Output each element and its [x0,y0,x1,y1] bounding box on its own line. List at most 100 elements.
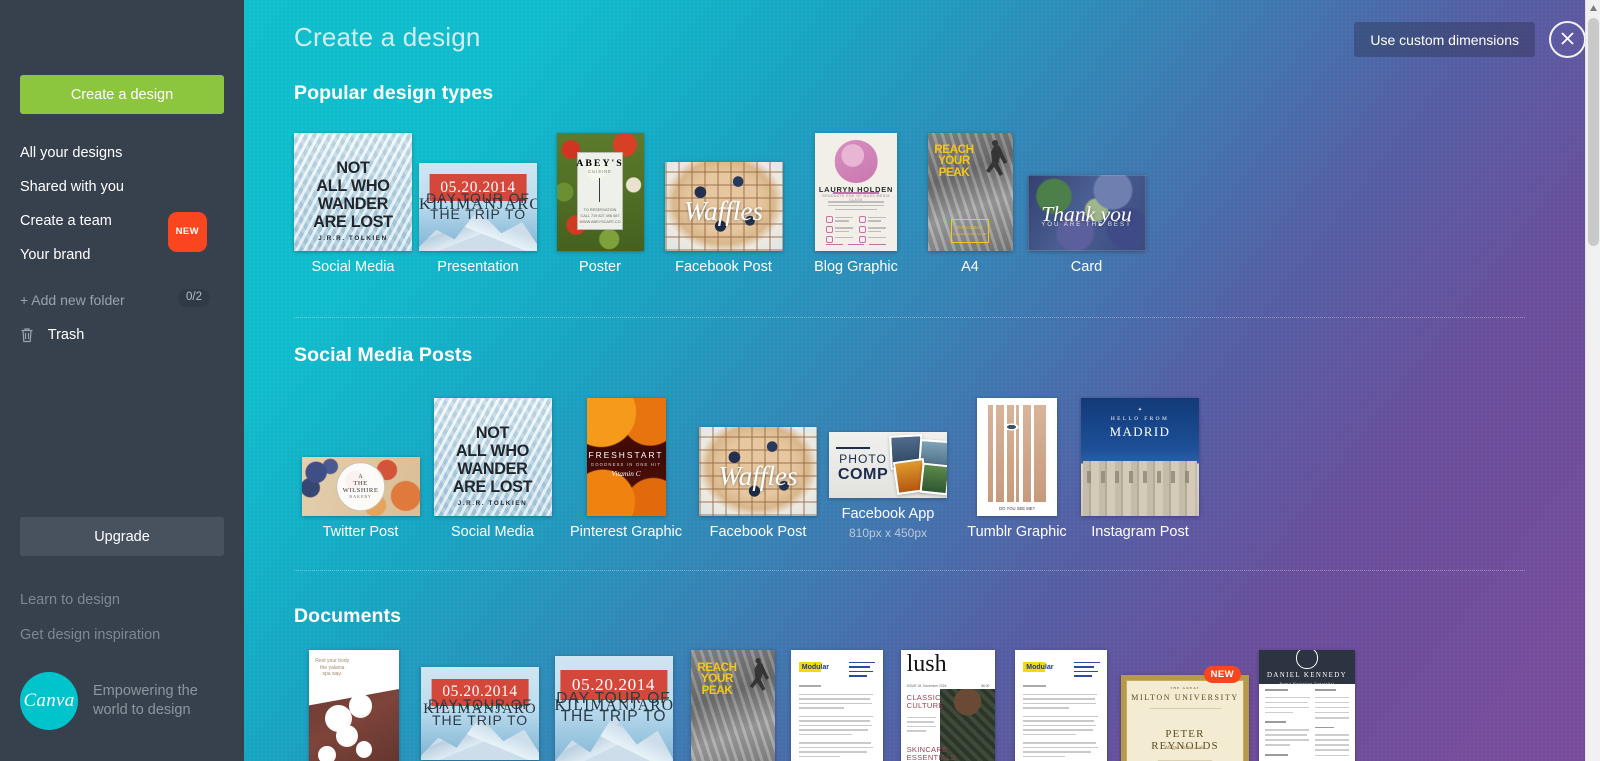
design-card-label: Card [1070,259,1103,275]
sidebar-secondary-links: Learn to design Get design inspiration [20,583,230,653]
design-card-document[interactable]: REACH YOUR PEAK [681,650,784,761]
sidebar: Create a design All your designs Shared … [0,0,244,761]
design-card-document[interactable]: Modular [1007,650,1115,761]
design-card-twitter-post[interactable]: A THE WILSHIRE BAKERY Twitter Post [294,457,427,540]
art-box-title: DIPLOMAS [956,225,984,231]
design-thumbnail: Thank you YOU ARE THE BEST [1027,175,1146,251]
art-line: NOT [475,423,510,442]
scroll-up-arrow-icon[interactable] [1589,4,1598,13]
design-card-a4[interactable]: REACH YOUR PEAK DIPLOMAS ADVENTURE CLUB … [921,133,1019,275]
design-card-document[interactable]: Rest your body the yalania spa way. ▲▼▲ [294,650,414,761]
art-title: KILIMANJARO [554,697,673,715]
canva-tagline: Empowering the world to design [93,683,198,718]
section-title: Social Media Posts [294,344,473,366]
canva-logo: Canva [20,672,78,730]
art-seal-bottom: BAKERY [349,493,372,499]
art-subtitle: CUISINE [587,169,612,175]
art-credit: J.R.R. TOLKIEN [318,234,388,242]
art-line: PEAK [701,684,733,698]
design-thumbnail: REACH YOUR PEAK DIPLOMAS ADVENTURE CLUB [927,133,1013,251]
design-card-social-media[interactable]: NOT ALL WHO WANDER ARE LOST J.R.R. TOLKI… [427,398,558,540]
design-thumbnail: NOT ALL WHO WANDER ARE LOST J.R.R. TOLKI… [433,398,552,516]
design-card-document[interactable]: lush ISSUE 18, December 2018 $8.00 CLASS… [889,650,1007,761]
section-title: Popular design types [294,82,494,104]
design-card-social-media[interactable]: NOT ALL WHO WANDER ARE LOST J.R.R. TOLKI… [294,133,412,275]
design-card-card[interactable]: Thank you YOU ARE THE BEST Card [1019,175,1154,275]
design-card-document[interactable]: DANIEL KENNEDY Brand Marketing Specialis… [1255,650,1359,761]
learn-to-design-link[interactable]: Learn to design [20,583,230,618]
close-icon [1560,31,1575,49]
art-line: HELLO FROM [1110,415,1170,422]
design-thumbnail: REACH YOUR PEAK [690,650,775,761]
art-line: MADRID [1109,425,1171,440]
sidebar-item-create-a-team[interactable]: Create a team NEW [20,204,224,252]
design-thumbnail: DO YOU SEE ME? [977,398,1057,516]
art-line: ARE LOST [452,478,533,497]
design-card-document[interactable]: 05.20.2014 DAY TOUR OF THE TRIP TO KILIM… [414,650,546,760]
art-title: KILIMANJARO [419,195,537,213]
page-scrollbar[interactable] [1585,0,1600,761]
design-card-tumblr-graphic[interactable]: DO YOU SEE ME? Tumblr Graphic [954,398,1080,540]
canva-brand-footer: Canva Empowering the world to design [20,672,223,730]
sidebar-item-label: All your designs [20,145,123,161]
design-thumbnail: 05.20.2014 DAY TOUR OF THE TRIP TO KILIM… [421,667,539,760]
design-card-label: Presentation [437,259,519,275]
design-type-row: A THE WILSHIRE BAKERY Twitter Post NOT A… [294,390,1200,540]
design-thumbnail: FRESHSTART GOODNESS IN ONE HIT Vitamin C [586,398,666,516]
art-line: COMP [837,464,889,483]
section-divider [294,570,1525,571]
design-card-label: Twitter Post [322,524,399,540]
sidebar-nav: All your designs Shared with you Create … [20,136,224,272]
get-design-inspiration-link[interactable]: Get design inspiration [20,618,230,653]
design-card-label: A4 [961,259,979,275]
design-thumbnail: THE GREAT MILTON UNIVERSITY ────────────… [1121,675,1249,761]
art-subtitle: YOU ARE THE BEST [1041,220,1132,228]
design-card-label: Instagram Post [1091,524,1189,540]
close-dialog-button[interactable] [1549,21,1586,58]
design-type-row: NOT ALL WHO WANDER ARE LOST J.R.R. TOLKI… [294,130,1154,275]
use-custom-dimensions-button[interactable]: Use custom dimensions [1354,22,1535,57]
sidebar-item-your-brand[interactable]: Your brand [20,238,224,272]
sidebar-item-trash[interactable]: Trash [20,323,224,347]
design-card-document[interactable]: NEW THE GREAT MILTON UNIVERSITY ────────… [1115,650,1255,761]
sidebar-item-label: Shared with you [20,179,124,195]
design-thumbnail: 05.20.2014 DAY TOUR OF THE TRIP TO KILIM… [419,163,537,251]
upgrade-button[interactable]: Upgrade [20,517,224,556]
scrollbar-thumb[interactable] [1588,18,1599,246]
art-line: WANDER [457,460,528,479]
new-badge: NEW [1203,666,1241,683]
section-divider [294,317,1525,318]
add-new-folder-button[interactable]: + Add new folder 0/2 [20,288,224,312]
design-card-facebook-app[interactable]: PHOTO COMP ENTER HERE CONTEST 2018 . MAY… [822,432,954,540]
art-logo: Modular [1026,663,1054,671]
design-thumbnail: lush ISSUE 18, December 2018 $8.00 CLASS… [901,650,995,761]
sidebar-item-shared-with-you[interactable]: Shared with you [20,170,224,204]
art-line: NOT [336,158,370,177]
art-title: lush [906,651,947,678]
design-card-facebook-post[interactable]: Waffles Facebook Post [694,427,822,540]
art-line: Vitamin C [611,470,641,479]
art-eyebrow: THE GREAT [1170,685,1200,690]
design-thumbnail: PHOTO COMP ENTER HERE CONTEST 2018 . MAY… [829,432,947,498]
sidebar-item-label: Create a team [20,213,112,229]
design-thumbnail: Modular [790,650,883,761]
design-card-blog-graphic[interactable]: LAURYN HOLDEN GRADUATE END OF MASS MEDIA… [791,133,921,275]
add-new-folder-label: + Add new folder [20,292,125,308]
art-script-text: Waffles [718,460,798,491]
design-card-poster[interactable]: ABEY'S CUISINE TO RESERVATION CALL 719 8… [544,133,656,275]
create-design-button[interactable]: Create a design [20,75,224,114]
create-design-panel: Create a design Use custom dimensions Po… [244,0,1600,761]
design-card-document[interactable]: Modular [784,650,889,761]
art-seal-mid: THE WILSHIRE [342,479,379,494]
design-card-instagram-post[interactable]: ✦ HELLO FROM MADRID Instagram Post [1080,398,1200,540]
sidebar-item-label: Your brand [20,247,91,263]
design-card-facebook-post[interactable]: Waffles Facebook Post [656,162,791,275]
canva-app: Create a design All your designs Shared … [0,0,1600,761]
sidebar-item-all-your-designs[interactable]: All your designs [20,136,224,170]
design-card-presentation[interactable]: 05.20.2014 DAY TOUR OF THE TRIP TO KILIM… [412,163,544,275]
art-subtitle-right: $8.00 [981,683,990,688]
art-caption: DO YOU SEE ME? [999,506,1035,512]
design-card-pinterest-graphic[interactable]: FRESHSTART GOODNESS IN ONE HIT Vitamin C… [558,398,694,540]
design-card-document[interactable]: 05.20.2014 DAY TOUR OF THE TRIP TO KILIM… [546,650,681,761]
art-brand: ABEY'S [576,158,624,170]
